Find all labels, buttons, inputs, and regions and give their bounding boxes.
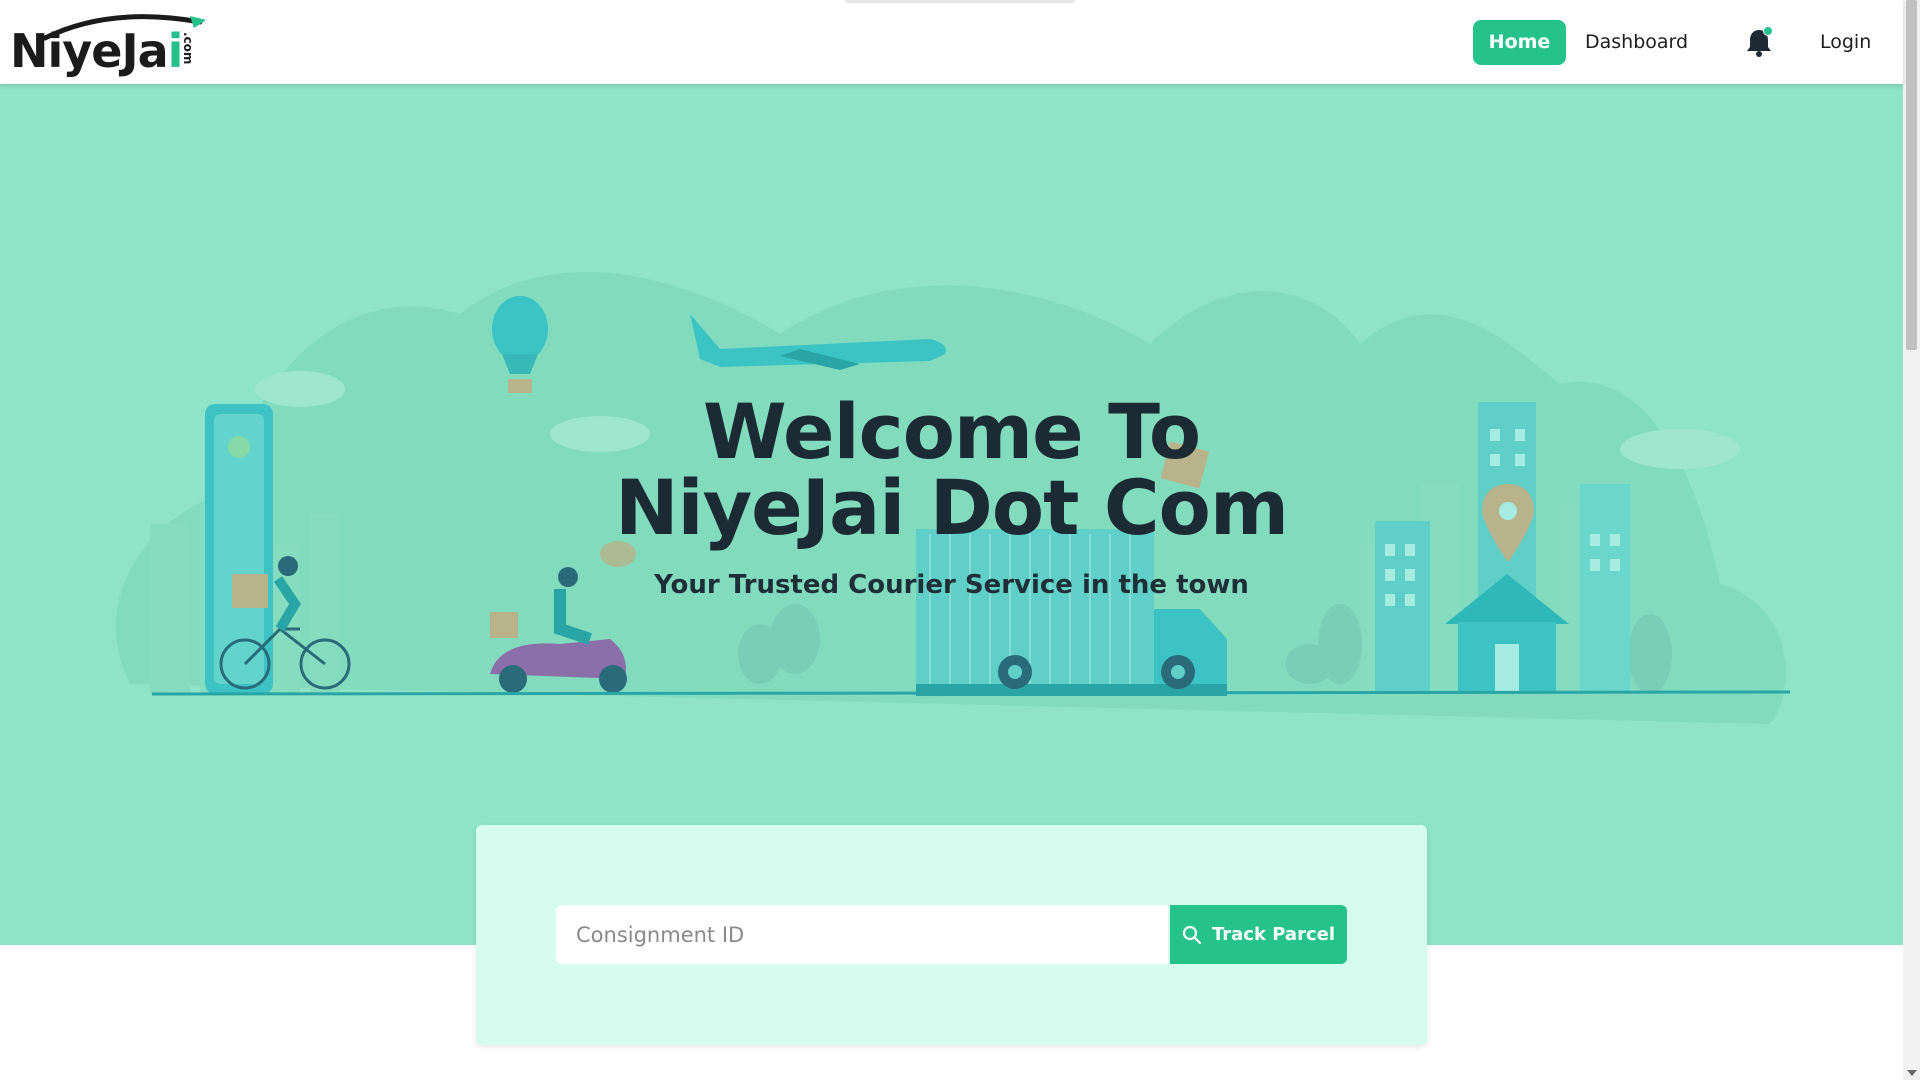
- nav-login-link[interactable]: Login: [1820, 20, 1871, 65]
- consignment-id-input[interactable]: [556, 905, 1168, 964]
- nav-dashboard-link[interactable]: Dashboard: [1585, 20, 1688, 65]
- search-icon: [1182, 925, 1202, 944]
- logo-wordmark: NiyeJai: [10, 24, 183, 78]
- parcel-tracking-card: Track Parcel: [476, 825, 1427, 1045]
- notification-bell-icon[interactable]: [1745, 26, 1773, 58]
- hero-title-line2: NiyeJai Dot Com: [614, 463, 1289, 552]
- track-parcel-button[interactable]: Track Parcel: [1170, 905, 1347, 964]
- hero-title-line1: Welcome To: [702, 387, 1201, 476]
- hero-title: Welcome To NiyeJai Dot Com: [0, 394, 1903, 546]
- site-logo[interactable]: NiyeJai .com: [10, 10, 215, 78]
- notification-dot: [1763, 26, 1773, 36]
- navbar: NiyeJai .com Home Dashboard Login: [0, 0, 1903, 84]
- scroll-down-arrow-icon[interactable]: [1907, 1070, 1917, 1076]
- page-scrollbar[interactable]: [1903, 0, 1920, 1080]
- ground-line: [151, 690, 1791, 696]
- hero-section: Welcome To NiyeJai Dot Com Your Trusted …: [0, 84, 1903, 945]
- scrollbar-thumb[interactable]: [1906, 0, 1917, 350]
- hero-subtitle: Your Trusted Courier Service in the town: [654, 570, 1249, 600]
- browser-top-tab: [845, 0, 1075, 3]
- logo-com-suffix: .com: [181, 32, 195, 65]
- track-parcel-label: Track Parcel: [1211, 924, 1335, 945]
- nav-home-button[interactable]: Home: [1473, 20, 1566, 65]
